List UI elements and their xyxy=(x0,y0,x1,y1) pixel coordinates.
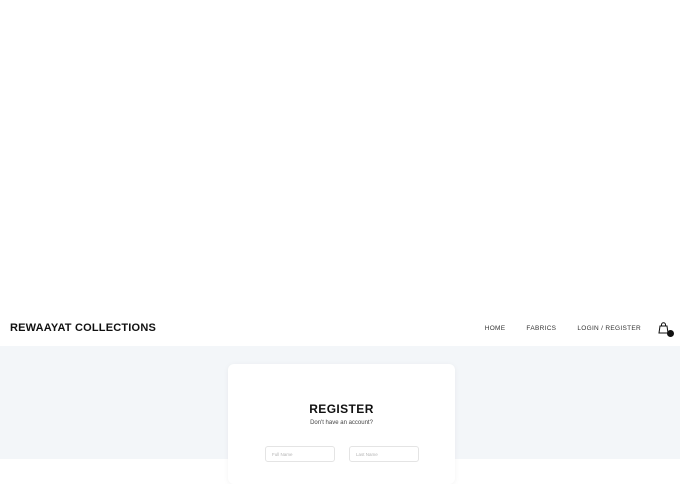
nav-login-register[interactable]: LOGIN / REGISTER xyxy=(577,325,641,332)
register-title: REGISTER xyxy=(309,402,374,416)
register-subtitle: Don't have an account? xyxy=(310,420,373,426)
main-content: REGISTER Don't have an account? xyxy=(0,346,680,484)
register-card: REGISTER Don't have an account? xyxy=(228,364,455,484)
nav-fabrics[interactable]: FABRICS xyxy=(526,325,556,332)
cart-count-badge xyxy=(667,330,674,337)
first-name-input[interactable] xyxy=(265,446,335,462)
navbar: REWAAYAT COLLECTIONS HOME FABRICS LOGIN … xyxy=(0,310,680,346)
brand-logo[interactable]: REWAAYAT COLLECTIONS xyxy=(10,322,156,334)
blank-area xyxy=(0,0,680,310)
last-name-input[interactable] xyxy=(349,446,419,462)
cart-button[interactable] xyxy=(658,322,674,337)
nav-menu: HOME FABRICS LOGIN / REGISTER xyxy=(485,322,674,337)
nav-home[interactable]: HOME xyxy=(485,325,506,332)
